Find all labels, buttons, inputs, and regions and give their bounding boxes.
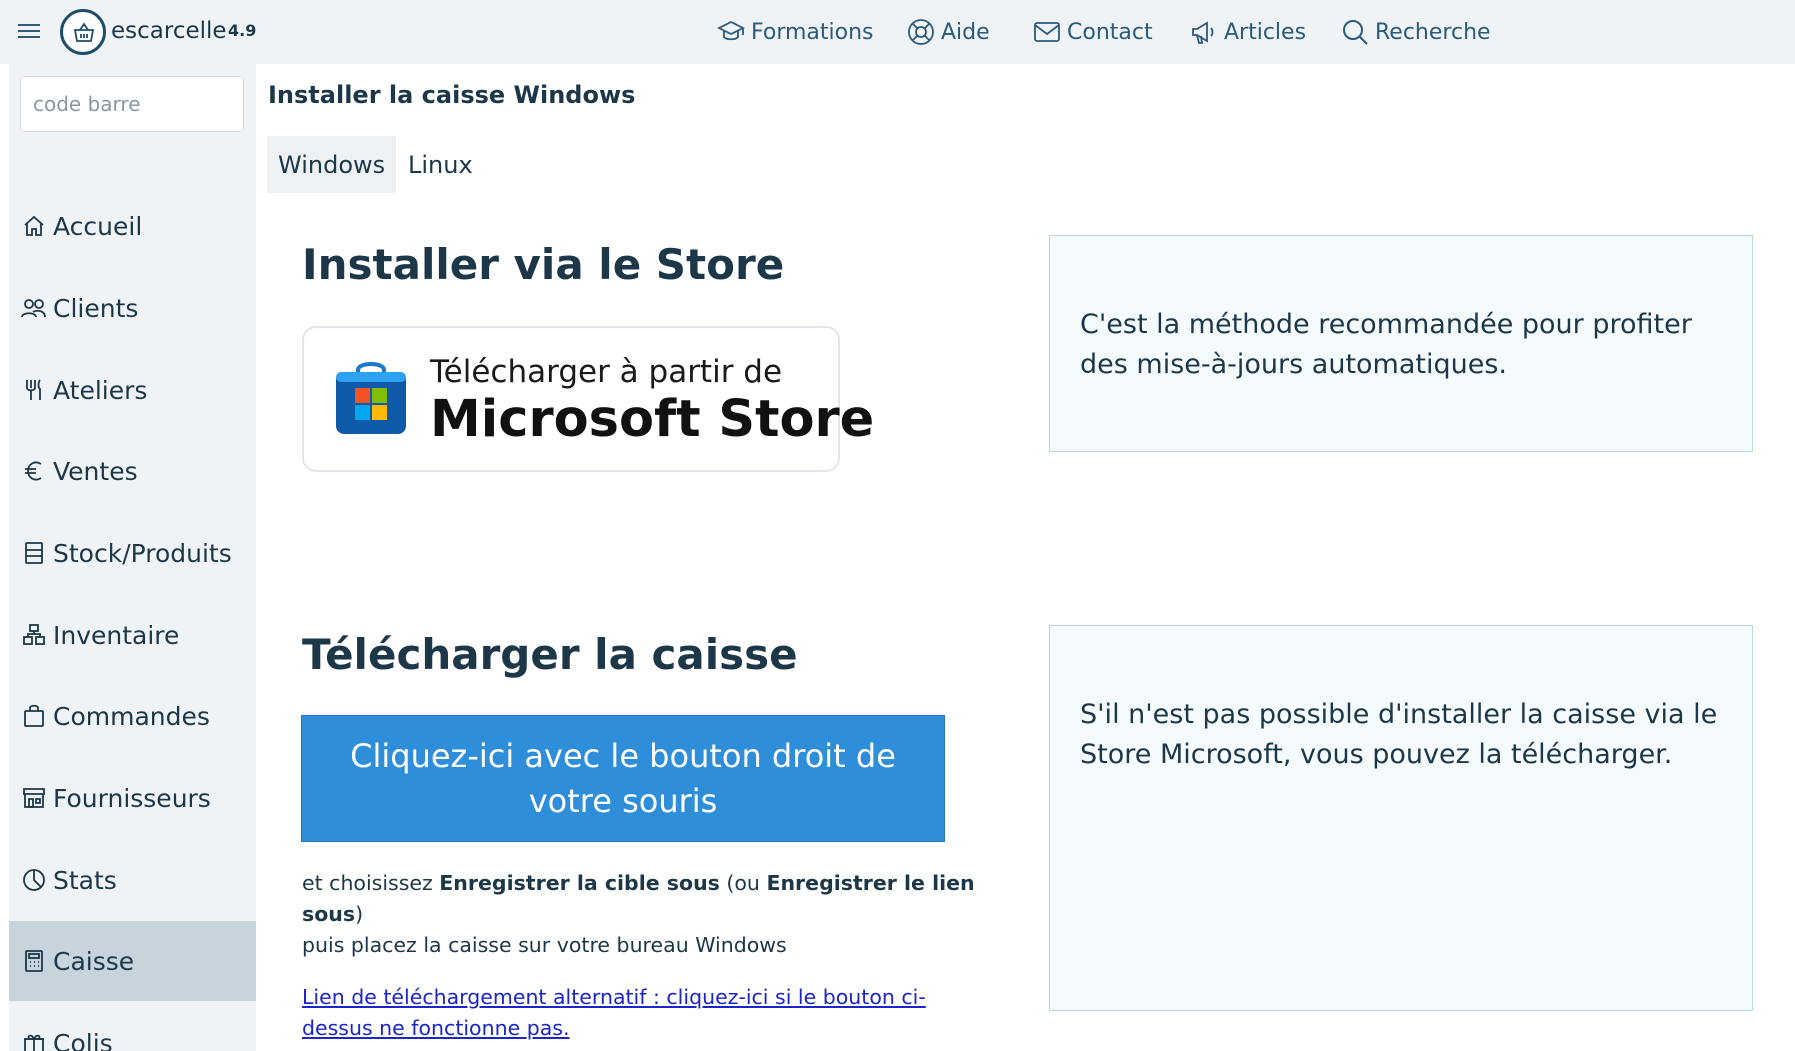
nav-aide[interactable]: Aide bbox=[907, 0, 990, 64]
home-icon bbox=[21, 213, 47, 239]
instr-save-target: Enregistrer la cible sous bbox=[439, 871, 720, 895]
sidebar-item-label: Fournisseurs bbox=[53, 783, 211, 813]
sidebar-item-ventes[interactable]: Ventes bbox=[9, 431, 256, 511]
sidebar-item-colis[interactable]: Colis bbox=[9, 1003, 256, 1051]
sidebar-item-stock-produits[interactable]: Stock/Produits bbox=[9, 513, 256, 593]
menu-icon[interactable] bbox=[18, 20, 40, 40]
nav-recherche[interactable]: Recherche bbox=[1341, 0, 1491, 64]
nav-contact-label: Contact bbox=[1067, 19, 1153, 45]
sidebar-item-fournisseurs[interactable]: Fournisseurs bbox=[9, 758, 256, 838]
download-caisse-button[interactable]: Cliquez-ici avec le bouton droit de votr… bbox=[301, 715, 945, 842]
people-icon bbox=[21, 295, 47, 321]
microsoft-store-icon bbox=[336, 362, 406, 434]
sidebar-item-label: Inventaire bbox=[53, 620, 180, 650]
download-info-text: S'il n'est pas possible d'installer la c… bbox=[1080, 699, 1718, 770]
download-info-box: S'il n'est pas possible d'installer la c… bbox=[1049, 625, 1753, 1011]
graduation-cap-icon bbox=[717, 20, 745, 41]
megaphone-icon bbox=[1192, 21, 1214, 44]
sidebar-item-clients[interactable]: Clients bbox=[9, 268, 256, 348]
nav-articles[interactable]: Articles bbox=[1190, 0, 1306, 64]
version-badge: 4.9 bbox=[228, 21, 257, 40]
sidebar-item-label: Commandes bbox=[53, 701, 210, 731]
gift-icon bbox=[21, 1030, 47, 1051]
envelope-icon bbox=[1034, 22, 1060, 42]
tab-windows[interactable]: Windows bbox=[267, 136, 397, 193]
brand-name[interactable]: escarcelle bbox=[111, 18, 227, 44]
shopping-bag-icon bbox=[21, 703, 47, 729]
sidebar-item-label: Ateliers bbox=[53, 375, 148, 405]
lifebuoy-icon bbox=[908, 19, 934, 45]
nav-aide-label: Aide bbox=[941, 19, 990, 45]
alternative-download-link[interactable]: Lien de téléchargement alternatif : cliq… bbox=[302, 982, 982, 1044]
page-title: Installer la caisse Windows bbox=[268, 81, 636, 109]
download-section-heading: Télécharger la caisse bbox=[302, 630, 798, 679]
sidebar-item-label: Clients bbox=[53, 293, 139, 323]
basket-icon bbox=[73, 22, 95, 42]
utensils-icon bbox=[21, 377, 47, 403]
store-section-heading: Installer via le Store bbox=[302, 240, 785, 289]
sidebar-item-label: Stats bbox=[53, 865, 117, 895]
barcode-input[interactable] bbox=[20, 76, 244, 132]
sidebar-item-commandes[interactable]: Commandes bbox=[9, 676, 256, 756]
sidebar-item-caisse[interactable]: Caisse bbox=[9, 921, 256, 1001]
instr-text-4: puis placez la caisse sur votre bureau W… bbox=[302, 933, 787, 957]
euro-icon bbox=[21, 458, 47, 484]
instr-text-3: ) bbox=[355, 902, 364, 926]
nav-articles-label: Articles bbox=[1224, 19, 1307, 45]
sidebar-item-accueil[interactable]: Accueil bbox=[9, 186, 256, 266]
boxes-icon bbox=[21, 622, 47, 648]
search-icon bbox=[1343, 20, 1368, 45]
nav-formations[interactable]: Formations bbox=[717, 0, 874, 64]
store-button-line1: Télécharger à partir de bbox=[430, 354, 783, 390]
store-button-line2: Microsoft Store bbox=[430, 390, 875, 449]
tab-linux[interactable]: Linux bbox=[397, 136, 484, 193]
sidebar-item-label: Stock/Produits bbox=[53, 538, 232, 568]
instr-text-1: et choisissez bbox=[302, 871, 440, 895]
pie-chart-icon bbox=[21, 867, 47, 893]
sidebar-item-ateliers[interactable]: Ateliers bbox=[9, 350, 256, 430]
shop-icon bbox=[21, 785, 47, 811]
sidebar-item-label: Colis bbox=[53, 1028, 113, 1051]
sidebar-item-label: Ventes bbox=[53, 456, 138, 486]
download-instructions: et choisissez Enregistrer la cible sous … bbox=[302, 868, 982, 961]
stock-list-icon bbox=[21, 540, 47, 566]
sidebar: Accueil Clients Ateliers Ventes Stock/Pr… bbox=[9, 64, 256, 1051]
sidebar-item-label: Accueil bbox=[53, 211, 143, 241]
microsoft-store-button[interactable]: Télécharger à partir de Microsoft Store bbox=[302, 326, 874, 472]
logo[interactable] bbox=[60, 9, 106, 55]
sidebar-item-inventaire[interactable]: Inventaire bbox=[9, 595, 256, 675]
calculator-icon bbox=[21, 948, 47, 974]
store-info-box: C'est la méthode recommandée pour profit… bbox=[1049, 235, 1753, 452]
top-bar: escarcelle 4.9 Formations Aide Contact A… bbox=[0, 0, 1795, 64]
sidebar-item-stats[interactable]: Stats bbox=[9, 840, 256, 920]
instr-text-2: (ou bbox=[719, 871, 767, 895]
nav-contact[interactable]: Contact bbox=[1033, 0, 1153, 64]
store-info-text: C'est la méthode recommandée pour profit… bbox=[1080, 309, 1692, 380]
nav-recherche-label: Recherche bbox=[1375, 19, 1491, 45]
nav-formations-label: Formations bbox=[751, 19, 874, 45]
sidebar-item-label: Caisse bbox=[53, 946, 135, 976]
